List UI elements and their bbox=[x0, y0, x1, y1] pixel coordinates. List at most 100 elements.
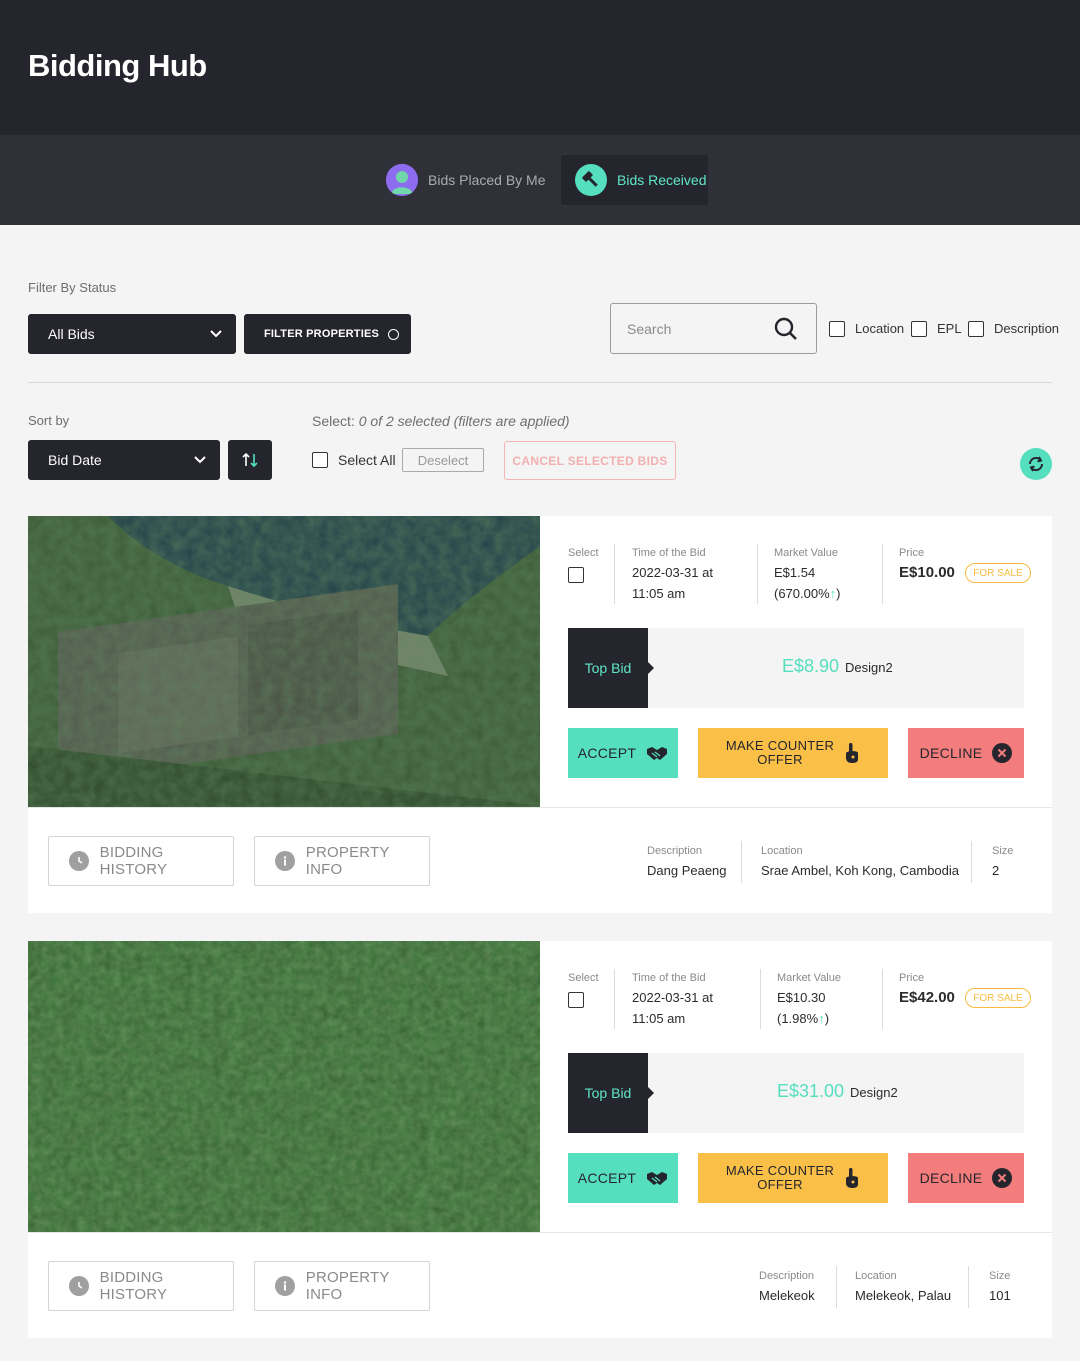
accept-button[interactable]: ACCEPT bbox=[568, 1153, 678, 1203]
gavel-icon bbox=[575, 164, 607, 196]
bid-card: Select Time of the Bid 2022-03-31 at 11:… bbox=[28, 941, 1052, 1338]
accept-button[interactable]: ACCEPT bbox=[568, 728, 678, 778]
section-divider bbox=[28, 382, 1052, 383]
search-input[interactable] bbox=[612, 305, 762, 352]
price-value: E$42.00 bbox=[899, 989, 955, 1006]
description-label: Description bbox=[647, 845, 703, 857]
refresh-icon bbox=[1028, 456, 1044, 472]
search-box bbox=[610, 303, 817, 354]
time-label: Time of the Bid bbox=[632, 547, 706, 559]
selection-prefix: Select: bbox=[312, 413, 355, 429]
handshake-icon bbox=[647, 747, 668, 760]
close-circle-icon bbox=[992, 743, 1013, 763]
price-label: Price bbox=[899, 547, 925, 559]
select-label: Select bbox=[568, 547, 599, 559]
sort-label: Sort by bbox=[28, 413, 70, 428]
bid-select-checkbox[interactable] bbox=[568, 567, 584, 583]
make-counter-offer-button[interactable]: MAKE COUNTER OFFER bbox=[698, 1153, 888, 1203]
bid-card-footer: BIDDING HISTORY PROPERTY INFO Descriptio… bbox=[28, 807, 1052, 913]
top-bidder: Design2 bbox=[850, 1085, 898, 1100]
divider bbox=[614, 544, 615, 604]
close-circle-icon bbox=[992, 1168, 1013, 1188]
cancel-selected-bids-button[interactable]: CANCEL SELECTED BIDS bbox=[504, 441, 676, 480]
market-value-label: Market Value bbox=[774, 547, 838, 559]
bid-time-date: 2022-03-31 at bbox=[632, 990, 713, 1005]
divider bbox=[757, 544, 758, 604]
sort-direction-button[interactable] bbox=[228, 440, 272, 480]
market-change-end: ) bbox=[824, 1011, 830, 1026]
bidding-history-label: BIDDING HISTORY bbox=[99, 844, 168, 878]
user-avatar-icon bbox=[386, 164, 418, 196]
hand-pointer-icon bbox=[846, 743, 859, 763]
make-counter-offer-button[interactable]: MAKE COUNTER OFFER bbox=[698, 728, 888, 778]
bid-select-checkbox[interactable] bbox=[568, 992, 584, 1008]
property-satellite-image bbox=[28, 941, 540, 1232]
top-bid-label: Top Bid bbox=[568, 628, 654, 708]
bid-time-clock: 11:05 am bbox=[632, 586, 686, 601]
clock-icon bbox=[69, 851, 89, 871]
divider bbox=[836, 1266, 837, 1308]
divider bbox=[614, 969, 615, 1029]
select-all-checkbox[interactable] bbox=[312, 452, 328, 468]
filter-properties-button[interactable]: FILTER PROPERTIES bbox=[244, 314, 411, 354]
location-checkbox[interactable] bbox=[829, 321, 845, 337]
market-value: E$1.54 bbox=[774, 565, 816, 580]
property-info-label: PROPERTY INFO bbox=[305, 844, 390, 878]
divider bbox=[882, 544, 883, 604]
search-icon[interactable] bbox=[774, 317, 798, 341]
sort-dropdown[interactable]: Bid Date bbox=[28, 440, 220, 480]
location-label: Location bbox=[761, 845, 803, 857]
select-label: Select bbox=[568, 972, 599, 984]
divider bbox=[968, 1266, 969, 1308]
tab-bids-placed[interactable]: Bids Placed By Me bbox=[386, 155, 546, 205]
filter-status-label: Filter By Status bbox=[28, 280, 117, 295]
bid-time-clock: 11:05 am bbox=[632, 1011, 686, 1026]
divider bbox=[882, 969, 883, 1029]
market-value: E$10.30 bbox=[777, 990, 826, 1005]
market-change-value: (1.98% bbox=[777, 1011, 819, 1026]
handshake-icon bbox=[647, 1172, 668, 1185]
size-value: 101 bbox=[989, 1288, 1011, 1303]
decline-button[interactable]: DECLINE bbox=[908, 728, 1024, 778]
epl-checkbox[interactable] bbox=[911, 321, 927, 337]
sort-arrows-icon bbox=[242, 452, 258, 468]
size-label: Size bbox=[992, 845, 1014, 857]
top-bid-amount: E$8.90 bbox=[782, 656, 840, 676]
property-info-button[interactable]: PROPERTY INFO bbox=[254, 836, 430, 886]
counter-offer-line1: MAKE COUNTER bbox=[725, 1163, 835, 1178]
app-header: Bidding Hub bbox=[0, 0, 1080, 135]
market-change: (1.98%↑) bbox=[777, 1008, 829, 1029]
tab-bids-received[interactable]: Bids Received bbox=[561, 155, 708, 205]
top-bid-amount: E$31.00 bbox=[777, 1081, 845, 1101]
description-checkbox-label: Description bbox=[994, 321, 1060, 336]
counter-offer-label: MAKE COUNTER OFFER bbox=[726, 739, 834, 767]
page-title: Bidding Hub bbox=[28, 48, 207, 83]
info-icon bbox=[275, 851, 295, 871]
property-satellite-image bbox=[28, 516, 540, 807]
refresh-button[interactable] bbox=[1020, 448, 1052, 480]
bidding-history-button[interactable]: BIDDING HISTORY bbox=[48, 836, 234, 886]
bid-card: Select Time of the Bid 2022-03-31 at 11:… bbox=[28, 516, 1052, 913]
market-change-end: ) bbox=[836, 586, 841, 601]
circle-icon bbox=[388, 328, 400, 340]
select-all-label: Select All bbox=[338, 452, 396, 468]
divider bbox=[741, 841, 742, 883]
deselect-button[interactable]: Deselect bbox=[402, 448, 484, 472]
location-label: Location bbox=[855, 1270, 897, 1282]
market-value-label: Market Value bbox=[777, 972, 841, 984]
bidding-history-label: BIDDING HISTORY bbox=[99, 1269, 168, 1303]
bidding-history-button[interactable]: BIDDING HISTORY bbox=[48, 1261, 234, 1311]
description-value: Melekeok bbox=[759, 1288, 815, 1303]
selection-status: Select: 0 of 2 selected (filters are app… bbox=[312, 413, 570, 429]
property-info-button[interactable]: PROPERTY INFO bbox=[254, 1261, 430, 1311]
location-value: Srae Ambel, Koh Kong, Cambodia bbox=[761, 863, 960, 878]
description-checkbox[interactable] bbox=[968, 321, 984, 337]
price-value: E$10.00 bbox=[899, 564, 955, 581]
decline-label: DECLINE bbox=[919, 745, 983, 761]
counter-offer-line1: MAKE COUNTER bbox=[725, 738, 835, 753]
status-dropdown[interactable]: All Bids bbox=[28, 314, 236, 354]
bid-time-date: 2022-03-31 at bbox=[632, 565, 713, 580]
bid-card-footer: BIDDING HISTORY PROPERTY INFO Descriptio… bbox=[28, 1232, 1052, 1338]
decline-button[interactable]: DECLINE bbox=[908, 1153, 1024, 1203]
top-bid-panel: Top Bid E$31.00 Design2 bbox=[568, 1053, 1024, 1133]
